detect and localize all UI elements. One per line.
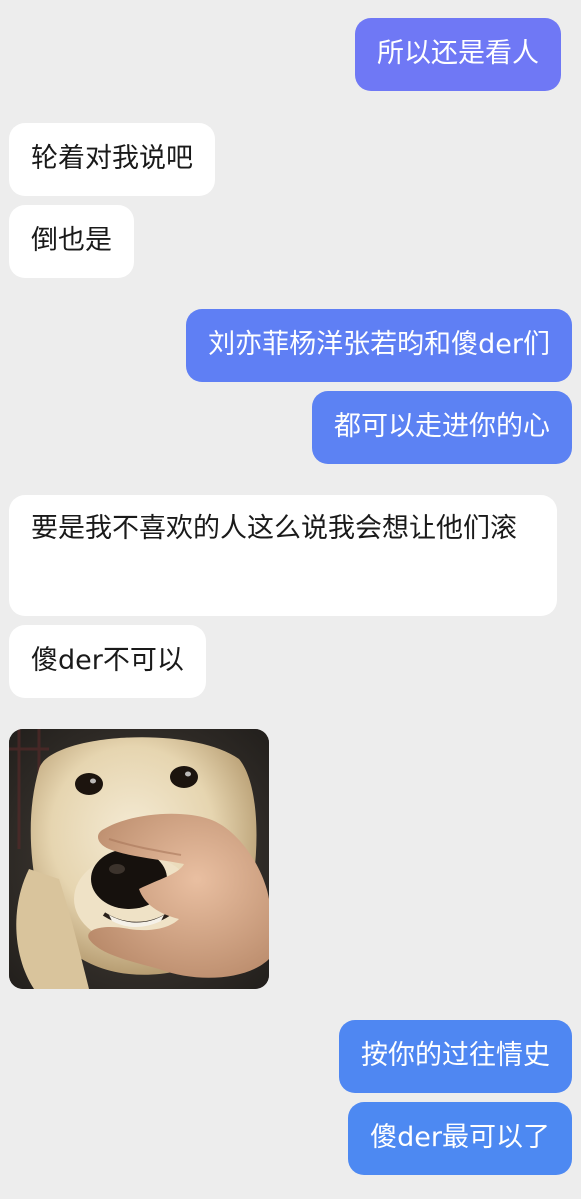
message-text: 轮着对我说吧 bbox=[31, 143, 193, 174]
message-text: 倒也是 bbox=[31, 225, 112, 256]
meme-dog-image[interactable] bbox=[9, 729, 269, 989]
message-text: 所以还是看人 bbox=[377, 38, 539, 69]
incoming-message-bubble[interactable]: 傻der不可以 bbox=[9, 625, 206, 698]
message-text: 要是我不喜欢的人这么说我会想让他们滚 bbox=[31, 513, 517, 544]
message-text: 刘亦菲杨洋张若昀和傻der们 bbox=[208, 329, 550, 360]
message-text: 按你的过往情史 bbox=[361, 1040, 550, 1071]
outgoing-message-bubble[interactable]: 所以还是看人 bbox=[355, 18, 561, 91]
outgoing-message-bubble[interactable]: 都可以走进你的心 bbox=[312, 391, 572, 464]
incoming-message-bubble[interactable]: 倒也是 bbox=[9, 205, 134, 278]
message-text: 傻der不可以 bbox=[31, 645, 184, 676]
message-text: 傻der最可以了 bbox=[370, 1122, 550, 1153]
incoming-message-bubble[interactable]: 轮着对我说吧 bbox=[9, 123, 215, 196]
incoming-message-bubble[interactable]: 要是我不喜欢的人这么说我会想让他们滚 bbox=[9, 495, 557, 616]
outgoing-message-bubble[interactable]: 按你的过往情史 bbox=[339, 1020, 572, 1093]
message-text: 都可以走进你的心 bbox=[334, 411, 550, 442]
outgoing-message-bubble[interactable]: 刘亦菲杨洋张若昀和傻der们 bbox=[186, 309, 572, 382]
dog-photo-illustration bbox=[9, 729, 269, 989]
outgoing-message-bubble[interactable]: 傻der最可以了 bbox=[348, 1102, 572, 1175]
